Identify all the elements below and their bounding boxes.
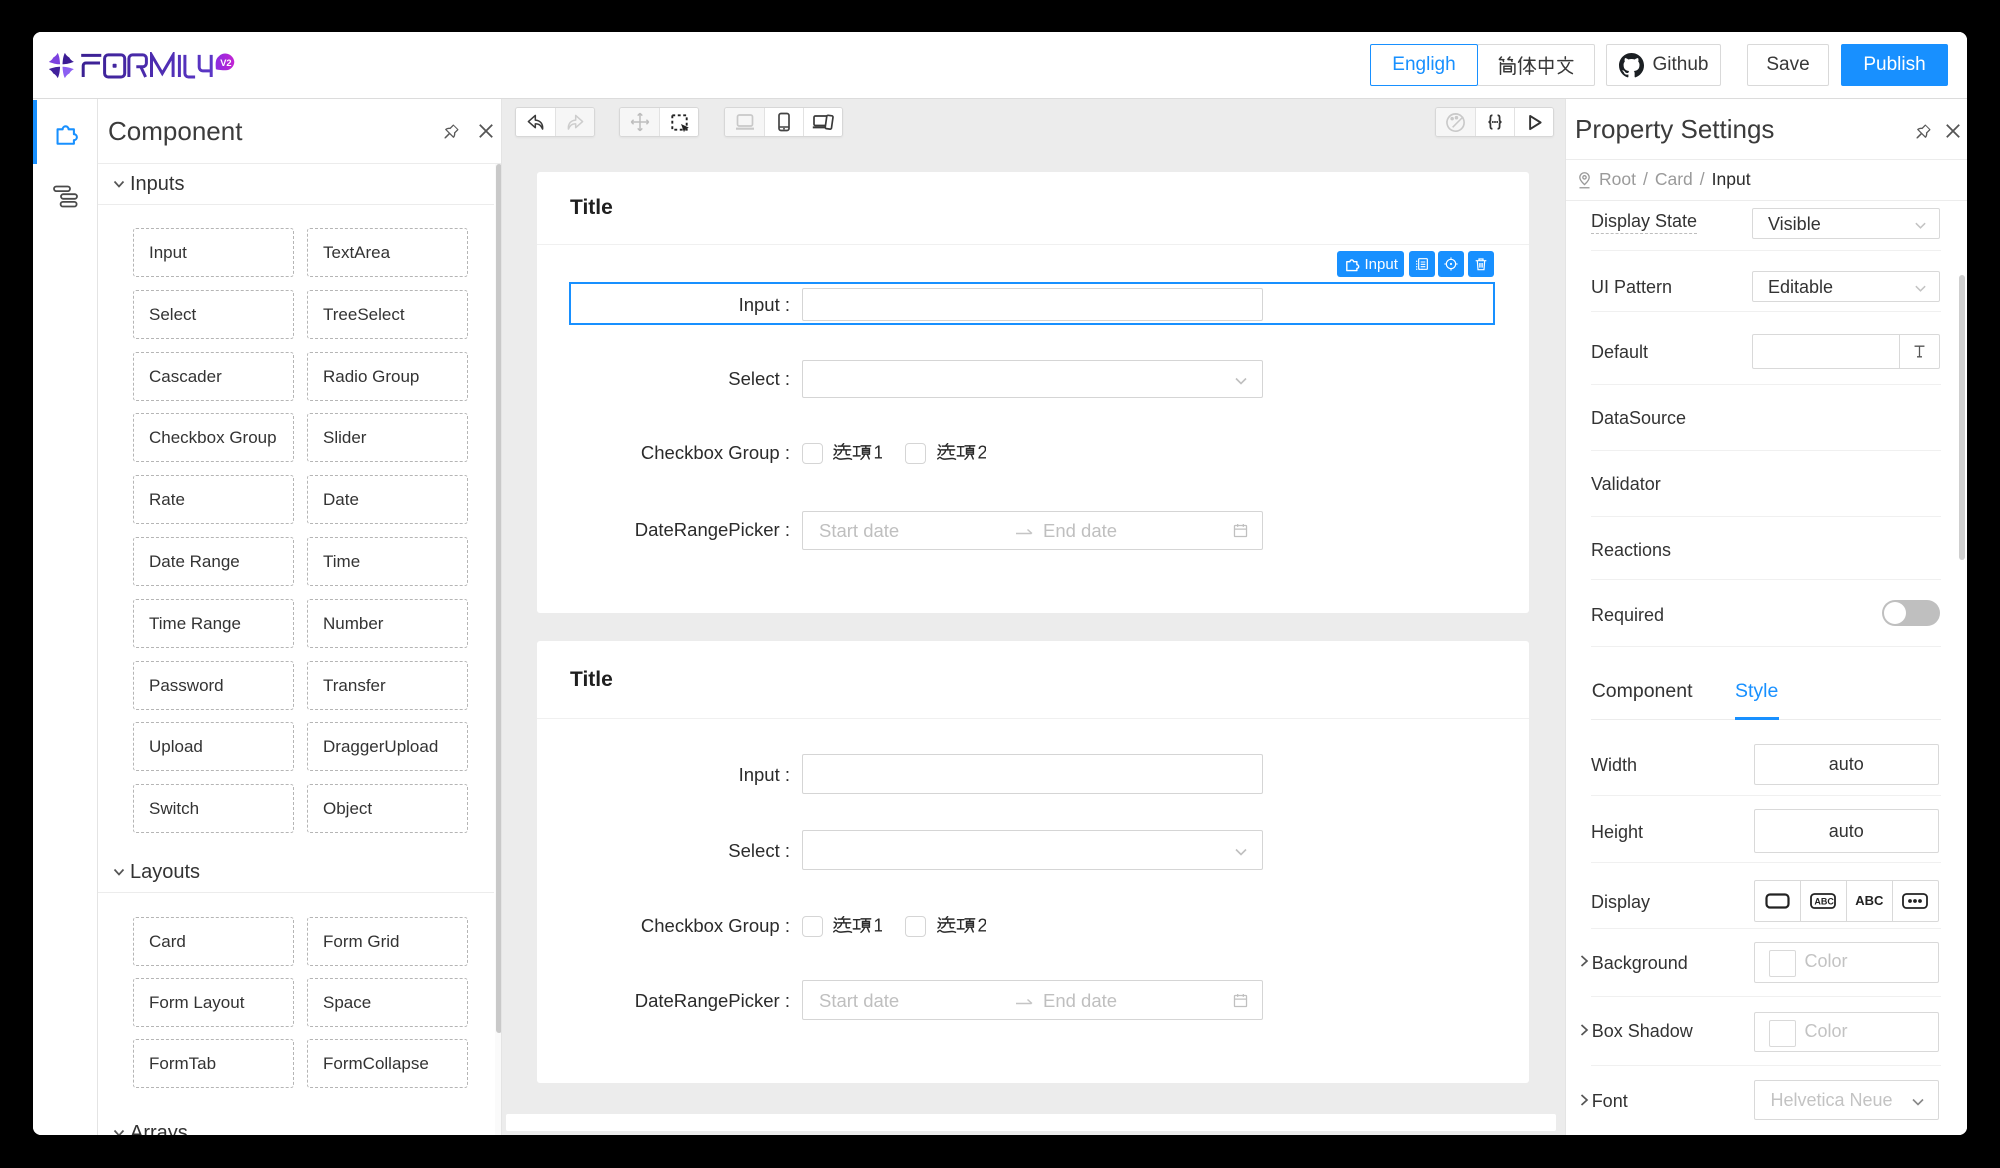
svg-text:2: 2 (978, 443, 987, 462)
svg-text:V2: V2 (220, 58, 231, 68)
svg-text:2: 2 (978, 916, 987, 935)
svg-text:1: 1 (874, 443, 883, 462)
svg-text:ABC: ABC (1815, 896, 1835, 906)
svg-text:1: 1 (874, 916, 883, 935)
